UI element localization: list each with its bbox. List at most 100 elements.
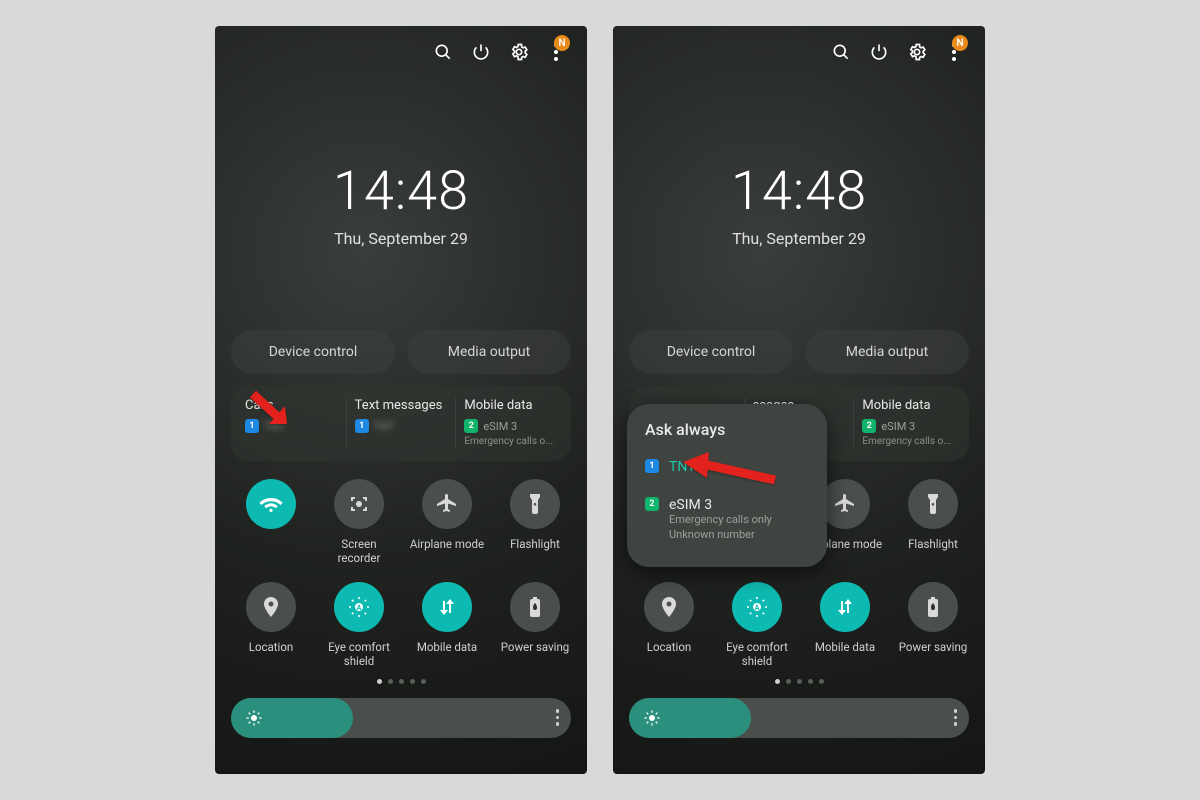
popup-option-sim2[interactable]: 2 eSIM 3 Emergency calls only Unknown nu… <box>645 491 809 549</box>
tile-wifi[interactable] <box>231 479 311 566</box>
powersave-icon <box>510 582 560 632</box>
airplane-icon <box>820 479 870 529</box>
page-indicator <box>629 679 969 684</box>
popup-opt1-label: TNT <box>669 459 696 475</box>
search-icon[interactable] <box>831 42 851 62</box>
clock-time: 14:48 <box>231 160 571 223</box>
tile-power-saving[interactable]: Power saving <box>893 582 973 669</box>
tile-flashlight-label: Flashlight <box>510 537 560 565</box>
popup-opt2-label: eSIM 3 <box>669 497 772 513</box>
phone-screenshot-2: N 14:48 Thu, September 29 Device control… <box>613 26 985 774</box>
sim-select-popup: Ask always 1 TNT 2 eSIM 3 Emergency call… <box>627 404 827 567</box>
sim-data-sub: Emergency calls o... <box>862 436 955 447</box>
tile-mobiledata-label: Mobile data <box>815 640 875 668</box>
sim2-chip-icon: 2 <box>645 497 659 511</box>
device-control-button[interactable]: Device control <box>231 330 395 374</box>
tile-airplane-label: Airplane mode <box>410 537 484 565</box>
tile-location[interactable]: Location <box>231 582 311 669</box>
notification-badge: N <box>554 35 570 51</box>
popup-opt2-sub1: Emergency calls only <box>669 513 772 528</box>
location-icon <box>246 582 296 632</box>
tile-mobile-data[interactable]: Mobile data <box>805 582 885 669</box>
tile-eye-comfort[interactable]: A Eye comfort shield <box>319 582 399 669</box>
sim-calls-name: TNT <box>264 420 285 433</box>
tile-powersave-label: Power saving <box>899 640 968 668</box>
tile-airplane-mode[interactable]: Airplane mode <box>407 479 487 566</box>
tile-flashlight-label: Flashlight <box>908 537 958 565</box>
sim-data[interactable]: Mobile data 2 eSIM 3 Emergency calls o..… <box>455 398 565 447</box>
recorder-icon <box>334 479 384 529</box>
brightness-icon <box>245 709 263 727</box>
tile-power-saving[interactable]: Power saving <box>495 582 575 669</box>
clock-date: Thu, September 29 <box>629 229 969 248</box>
svg-text:A: A <box>755 604 760 612</box>
brightness-slider[interactable] <box>629 698 969 738</box>
clock-block: 14:48 Thu, September 29 <box>231 160 571 248</box>
tile-flashlight[interactable]: Flashlight <box>495 479 575 566</box>
clock-date: Thu, September 29 <box>231 229 571 248</box>
sim-texts[interactable]: Text messages 1 TNT <box>346 398 456 447</box>
sim1-chip-icon: 1 <box>645 459 659 473</box>
brightness-slider[interactable] <box>231 698 571 738</box>
clock-time: 14:48 <box>629 160 969 223</box>
popup-title: Ask always <box>645 420 809 439</box>
tile-powersave-label: Power saving <box>501 640 570 668</box>
power-icon[interactable] <box>471 42 491 62</box>
tile-location-label: Location <box>647 640 692 668</box>
page-indicator <box>231 679 571 684</box>
powersave-icon <box>908 582 958 632</box>
sim-calls-title: Calls <box>245 398 338 413</box>
notification-badge: N <box>952 35 968 51</box>
location-icon <box>644 582 694 632</box>
sim2-chip-icon: 2 <box>464 419 478 433</box>
sim1-chip-icon: 1 <box>355 419 369 433</box>
sim-data-title: Mobile data <box>464 398 557 413</box>
wifi-icon <box>246 479 296 529</box>
flashlight-icon <box>510 479 560 529</box>
phone-screenshot-1: N 14:48 Thu, September 29 Device control… <box>215 26 587 774</box>
popup-opt2-sub2: Unknown number <box>669 528 772 543</box>
sim2-chip-icon: 2 <box>862 419 876 433</box>
settings-icon[interactable] <box>509 42 529 62</box>
sim-data[interactable]: Mobile data 2 eSIM 3 Emergency calls o..… <box>853 398 963 447</box>
sim-panel: Calls 1 TNT Text messages 1 TNT Mobile d… <box>231 386 571 461</box>
more-icon[interactable]: N <box>547 42 567 62</box>
tile-screen-recorder[interactable]: Screen recorder <box>319 479 399 566</box>
mobiledata-icon <box>422 582 472 632</box>
sim-texts-title: Text messages <box>355 398 448 413</box>
tile-eyecomfort-label: Eye comfort shield <box>319 640 399 669</box>
status-actions: N <box>629 26 969 78</box>
sim-texts-name: TNT <box>374 420 395 433</box>
sim-calls[interactable]: Calls 1 TNT <box>237 398 346 447</box>
tile-flashlight[interactable]: Flashlight <box>893 479 973 566</box>
brightness-icon <box>643 709 661 727</box>
tile-eyecomfort-label: Eye comfort shield <box>717 640 797 669</box>
quick-settings-grid: Screen recorder Airplane mode Flashlight… <box>231 479 571 669</box>
tile-recorder-label: Screen recorder <box>319 537 399 566</box>
more-icon[interactable]: N <box>945 42 965 62</box>
tile-mobiledata-label: Mobile data <box>417 640 477 668</box>
sim-data-title: Mobile data <box>862 398 955 413</box>
device-control-button[interactable]: Device control <box>629 330 793 374</box>
eye-comfort-icon: A <box>334 582 384 632</box>
clock-block: 14:48 Thu, September 29 <box>629 160 969 248</box>
media-output-button[interactable]: Media output <box>407 330 571 374</box>
mobiledata-icon <box>820 582 870 632</box>
brightness-more-icon[interactable] <box>556 709 560 726</box>
settings-icon[interactable] <box>907 42 927 62</box>
sim-data-name: eSIM 3 <box>483 420 517 433</box>
tile-location[interactable]: Location <box>629 582 709 669</box>
sim1-chip-icon: 1 <box>245 419 259 433</box>
media-output-button[interactable]: Media output <box>805 330 969 374</box>
tile-location-label: Location <box>249 640 294 668</box>
eye-comfort-icon: A <box>732 582 782 632</box>
tile-eye-comfort[interactable]: A Eye comfort shield <box>717 582 797 669</box>
tile-wifi-label <box>270 537 273 565</box>
search-icon[interactable] <box>433 42 453 62</box>
flashlight-icon <box>908 479 958 529</box>
tile-mobile-data[interactable]: Mobile data <box>407 582 487 669</box>
brightness-more-icon[interactable] <box>954 709 958 726</box>
power-icon[interactable] <box>869 42 889 62</box>
popup-option-sim1[interactable]: 1 TNT <box>645 453 809 481</box>
airplane-icon <box>422 479 472 529</box>
